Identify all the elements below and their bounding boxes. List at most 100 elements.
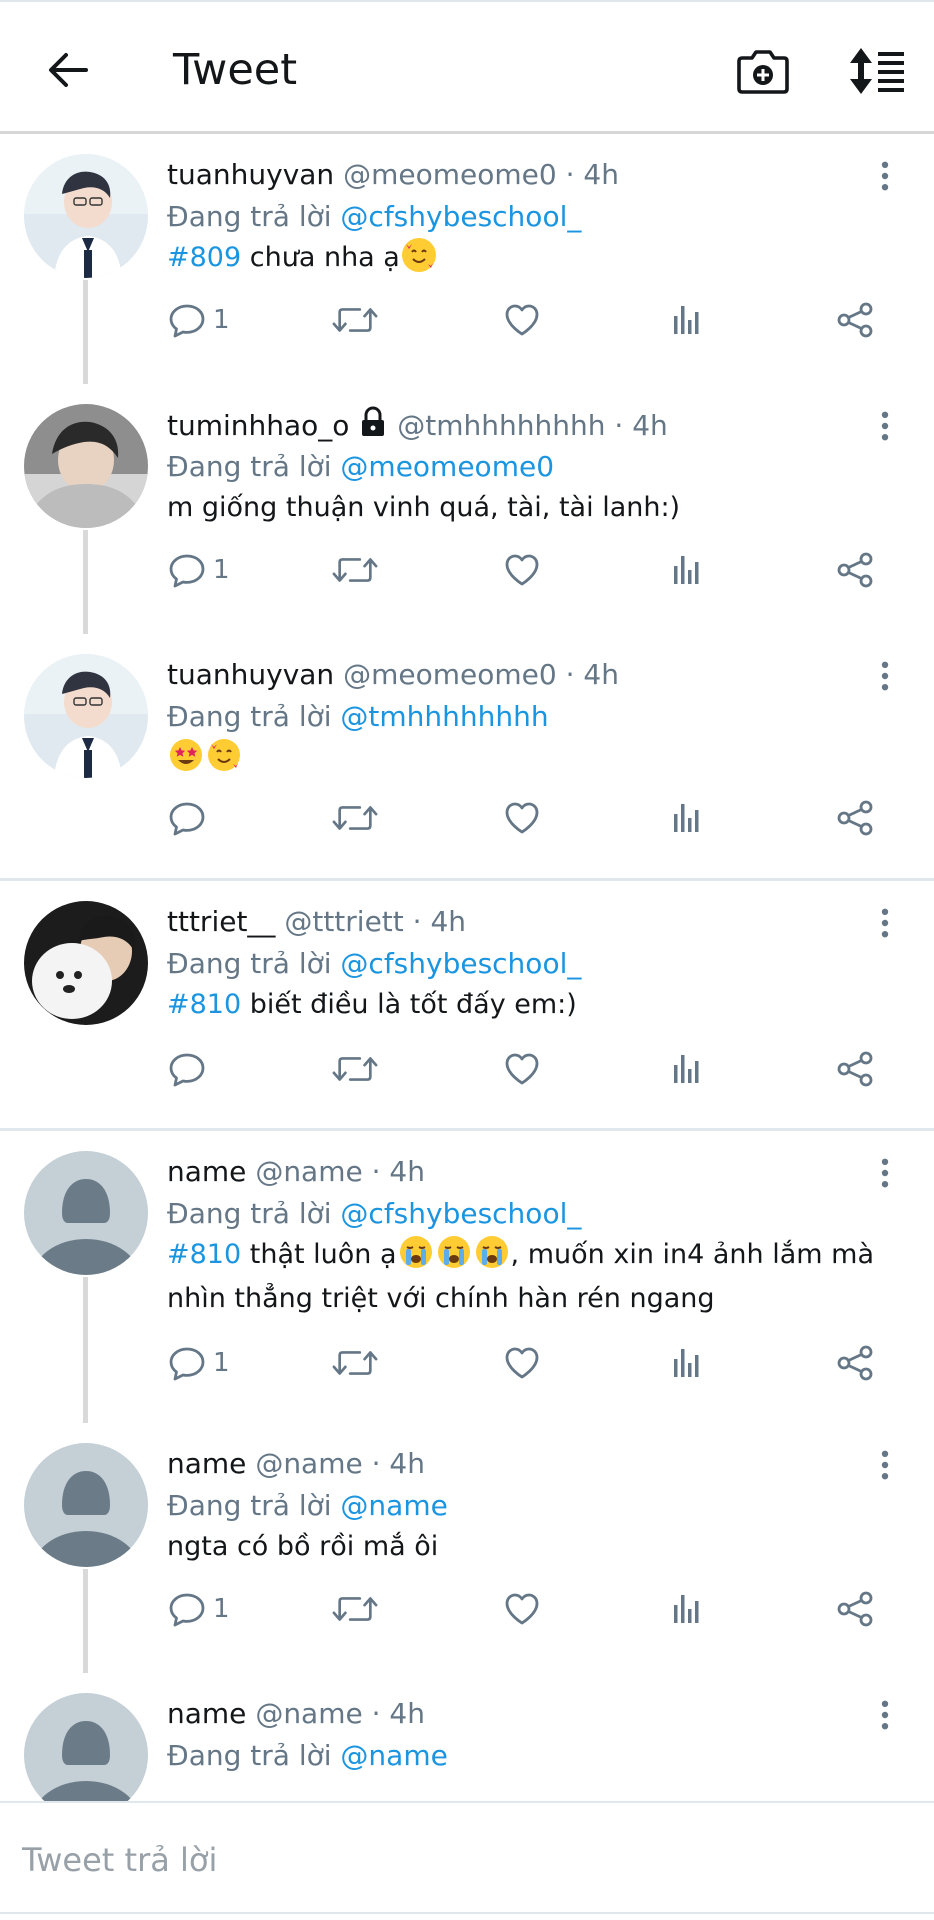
reply-button[interactable]: [167, 794, 213, 842]
star-struck-emoji: [169, 738, 203, 772]
tweet-item[interactable]: tttriet__ @tttriett · 4h Đang trả lời @c…: [0, 881, 934, 1128]
sort-button[interactable]: [846, 40, 908, 102]
retweet-button[interactable]: [332, 296, 378, 344]
tweet-item[interactable]: tuminhhao_o @tmhhhhhhhh · 4h Đang trả lờ…: [0, 384, 934, 634]
user-handle[interactable]: @name: [255, 1447, 362, 1480]
user-handle[interactable]: @meomeome0: [343, 658, 557, 691]
user-handle[interactable]: @tmhhhhhhhh: [397, 409, 605, 442]
retweet-button[interactable]: [332, 1339, 378, 1387]
avatar[interactable]: [24, 654, 148, 778]
replying-to-mention[interactable]: @cfshybeschool_: [340, 200, 581, 233]
like-button[interactable]: [502, 1339, 542, 1387]
sort-icon: [850, 48, 904, 94]
thread-connector: [83, 280, 88, 384]
user-handle[interactable]: @meomeome0: [343, 158, 557, 191]
back-button[interactable]: [40, 42, 96, 98]
tweet-item[interactable]: name @name · 4h Đang trả lời @name: [0, 1673, 934, 1801]
reply-button[interactable]: 1: [167, 1339, 230, 1387]
heart-icon: [502, 798, 542, 838]
tweet-item[interactable]: tuanhuyvan @meomeome0 · 4h Đang trả lời …: [0, 134, 934, 384]
default-avatar[interactable]: [24, 1443, 148, 1567]
hashtag-link[interactable]: #810: [167, 989, 241, 1020]
tweet-time: · 4h: [565, 658, 619, 691]
share-button[interactable]: [835, 546, 875, 594]
more-options-button[interactable]: [868, 1151, 902, 1195]
display-name[interactable]: tttriet__: [167, 905, 275, 938]
more-options-button[interactable]: [868, 154, 902, 198]
tweet-item[interactable]: name @name · 4h Đang trả lời @cfshybesch…: [0, 1131, 934, 1423]
avatar[interactable]: [24, 404, 148, 528]
display-name[interactable]: tuanhuyvan: [167, 658, 334, 691]
user-handle[interactable]: @name: [255, 1697, 362, 1730]
retweet-button[interactable]: [332, 794, 378, 842]
avatar[interactable]: [24, 154, 148, 278]
display-name[interactable]: name: [167, 1155, 246, 1188]
like-button[interactable]: [502, 794, 542, 842]
share-button[interactable]: [835, 1045, 875, 1093]
retweet-button[interactable]: [332, 1045, 378, 1093]
display-name[interactable]: tuanhuyvan: [167, 158, 334, 191]
tweet-actions: 1: [167, 1339, 887, 1387]
replying-to-mention[interactable]: @tmhhhhhhhh: [340, 700, 548, 733]
user-handle[interactable]: @name: [255, 1155, 362, 1188]
tweet-actions: [167, 1045, 887, 1093]
more-vertical-icon: [879, 660, 891, 692]
display-name[interactable]: tuminhhao_o: [167, 409, 349, 442]
tweet-header: name @name · 4h: [167, 1445, 425, 1483]
analytics-button[interactable]: [667, 546, 707, 594]
like-button[interactable]: [502, 296, 542, 344]
analytics-button[interactable]: [667, 296, 707, 344]
replying-to: Đang trả lời @cfshybeschool_: [167, 198, 581, 236]
replying-to: Đang trả lời @meomeome0: [167, 448, 554, 486]
replying-to-mention[interactable]: @name: [340, 1739, 447, 1772]
like-button[interactable]: [502, 1585, 542, 1633]
display-name[interactable]: name: [167, 1697, 246, 1730]
analytics-button[interactable]: [667, 794, 707, 842]
like-button[interactable]: [502, 1045, 542, 1093]
retweet-button[interactable]: [332, 1585, 378, 1633]
camera-button[interactable]: [732, 40, 794, 102]
share-button[interactable]: [835, 794, 875, 842]
avatar[interactable]: [24, 901, 148, 1025]
retweet-button[interactable]: [332, 546, 378, 594]
heart-icon: [502, 1343, 542, 1383]
replying-to-mention[interactable]: @meomeome0: [340, 450, 554, 483]
tweet-item[interactable]: name @name · 4h Đang trả lời @name ngta …: [0, 1423, 934, 1673]
share-button[interactable]: [835, 1339, 875, 1387]
hashtag-link[interactable]: #810: [167, 1239, 241, 1270]
loudly-crying-emoji: [437, 1235, 471, 1269]
reply-button[interactable]: 1: [167, 546, 230, 594]
analytics-button[interactable]: [667, 1339, 707, 1387]
share-button[interactable]: [835, 296, 875, 344]
reply-button[interactable]: 1: [167, 1585, 230, 1633]
analytics-button[interactable]: [667, 1045, 707, 1093]
share-button[interactable]: [835, 1585, 875, 1633]
default-avatar[interactable]: [24, 1693, 148, 1801]
tweet-text-body: chưa nha ạ: [241, 242, 400, 273]
replying-to-mention[interactable]: @name: [340, 1489, 447, 1522]
reply-button[interactable]: [167, 1045, 213, 1093]
share-icon: [835, 300, 875, 340]
replying-to-mention[interactable]: @cfshybeschool_: [340, 1197, 581, 1230]
share-icon: [835, 798, 875, 838]
more-vertical-icon: [879, 1157, 891, 1189]
more-options-button[interactable]: [868, 654, 902, 698]
reply-input[interactable]: [20, 1829, 904, 1891]
display-name[interactable]: name: [167, 1447, 246, 1480]
replying-to-mention[interactable]: @cfshybeschool_: [340, 947, 581, 980]
analytics-button[interactable]: [667, 1585, 707, 1633]
like-button[interactable]: [502, 546, 542, 594]
default-avatar[interactable]: [24, 1151, 148, 1275]
hashtag-link[interactable]: #809: [167, 242, 241, 273]
tweet-time: · 4h: [614, 409, 668, 442]
tweet-header: tuanhuyvan @meomeome0 · 4h: [167, 656, 619, 694]
user-handle[interactable]: @tttriett: [284, 905, 403, 938]
tweet-item[interactable]: tuanhuyvan @meomeome0 · 4h Đang trả lời …: [0, 634, 934, 878]
reply-button[interactable]: 1: [167, 296, 230, 344]
more-options-button[interactable]: [868, 901, 902, 945]
analytics-icon: [667, 798, 707, 838]
smiling-face-with-hearts-emoji: [207, 738, 241, 772]
more-options-button[interactable]: [868, 1443, 902, 1487]
more-options-button[interactable]: [868, 404, 902, 448]
more-options-button[interactable]: [868, 1693, 902, 1737]
